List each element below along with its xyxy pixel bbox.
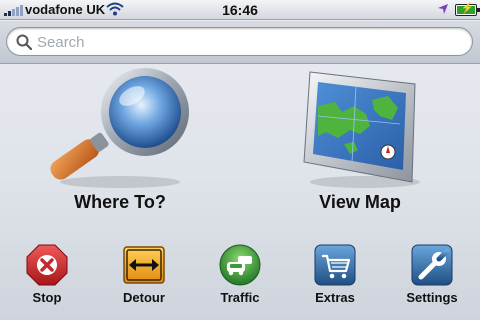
status-bar: vodafone UK 16:46 ⚡ <box>0 0 480 20</box>
search-bar <box>0 21 480 64</box>
location-arrow-icon <box>438 4 448 14</box>
traffic-car-icon <box>219 244 261 286</box>
traffic-button[interactable]: Traffic <box>204 244 276 310</box>
detour-arrows-icon <box>123 246 165 284</box>
where-to-button[interactable]: Where To? <box>40 64 200 222</box>
map-monitor-icon <box>303 71 420 188</box>
search-icon <box>16 34 32 50</box>
settings-label: Settings <box>406 290 458 305</box>
battery-charging-icon: ⚡ <box>455 3 480 16</box>
extras-label: Extras <box>315 290 355 305</box>
detour-button[interactable]: Detour <box>108 244 180 310</box>
view-map-label: View Map <box>319 192 401 212</box>
where-to-label: Where To? <box>74 192 166 212</box>
extras-button[interactable]: Extras <box>299 244 371 310</box>
traffic-label: Traffic <box>220 290 260 305</box>
search-field[interactable] <box>6 27 473 56</box>
wrench-icon <box>411 244 453 286</box>
stop-x-icon <box>26 244 68 286</box>
settings-button[interactable]: Settings <box>396 244 468 310</box>
shopping-cart-icon <box>314 244 356 286</box>
status-time: 16:46 <box>222 2 258 18</box>
stop-button[interactable]: Stop <box>11 244 83 310</box>
view-map-button[interactable]: View Map <box>280 64 440 222</box>
stop-label: Stop <box>32 290 62 305</box>
detour-label: Detour <box>123 290 165 305</box>
magnifying-glass-icon <box>50 68 189 188</box>
search-input[interactable] <box>37 32 457 52</box>
